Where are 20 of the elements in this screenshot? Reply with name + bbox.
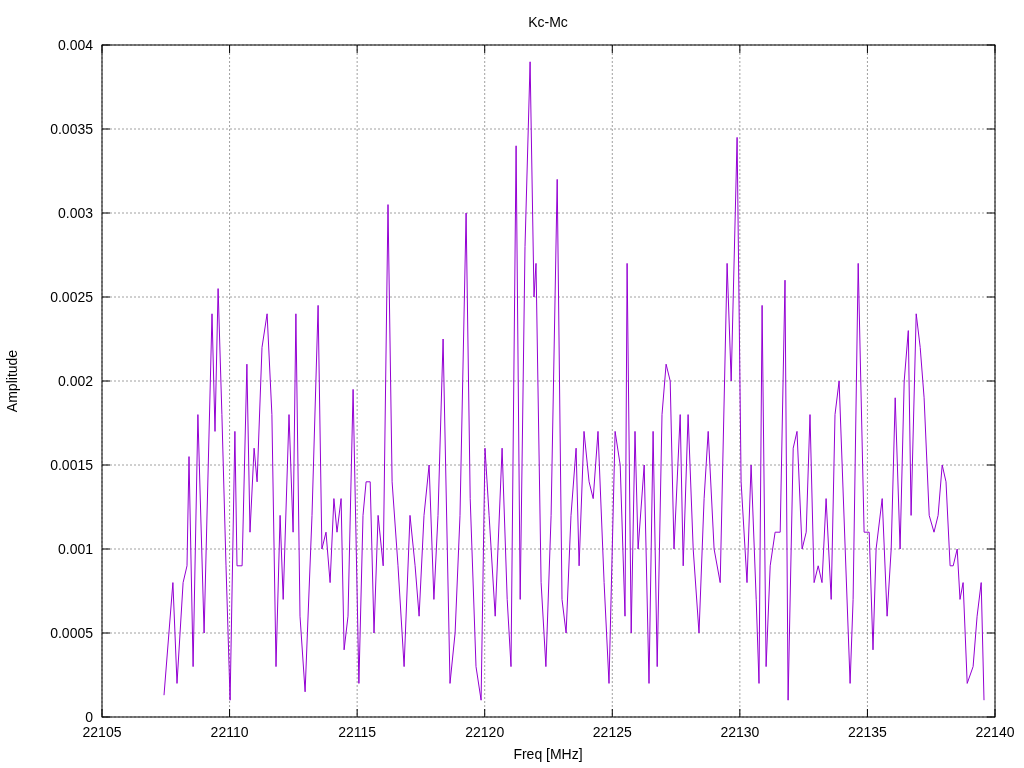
x-axis-label: Freq [MHz] — [513, 746, 583, 762]
tick-label: 0.002 — [57, 373, 93, 389]
tick-label: 22135 — [847, 724, 887, 740]
y-axis-label: Amplitude — [4, 349, 20, 413]
tick-label: 0.0015 — [50, 457, 93, 473]
tick-label: 0.0035 — [50, 121, 93, 137]
tick-label: 22130 — [720, 724, 760, 740]
tick-label: 22115 — [338, 724, 377, 740]
tick-label: 0 — [85, 709, 93, 725]
tick-label: 22140 — [975, 724, 1015, 740]
tick-label: 0.001 — [57, 541, 93, 557]
tick-label: 0.003 — [57, 205, 93, 221]
tick-label: 0.0005 — [50, 625, 93, 641]
chart-title: Kc-Mc — [528, 14, 568, 30]
tick-label: 0.0025 — [50, 289, 93, 305]
tick-label: 0.004 — [57, 37, 93, 53]
tick-label: 22120 — [465, 724, 505, 740]
tick-label: 22110 — [210, 724, 249, 740]
tick-label: 22105 — [82, 724, 122, 740]
tick-label: 22125 — [592, 724, 632, 740]
